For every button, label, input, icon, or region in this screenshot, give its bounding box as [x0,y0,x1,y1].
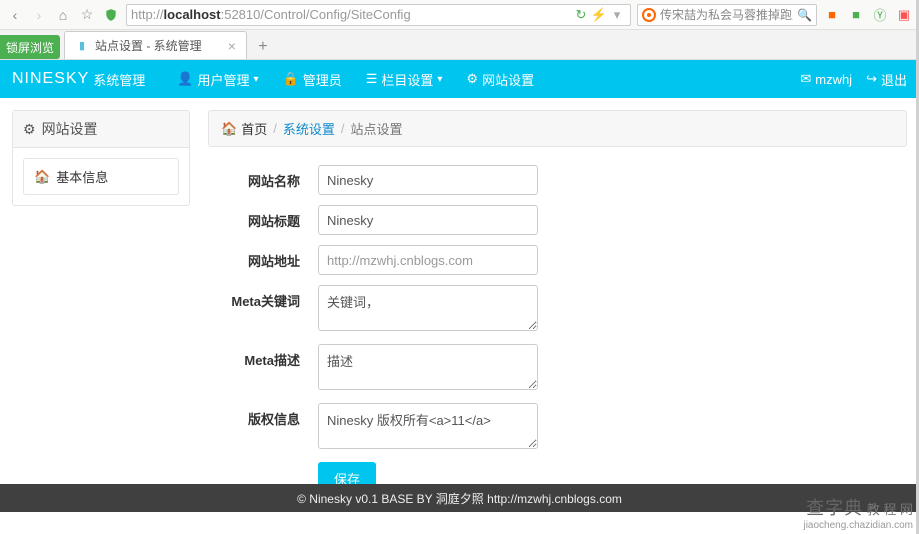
tab-bar: 锁屏浏览 ▮ 站点设置 - 系统管理 × + [0,30,919,60]
label-meta-keywords: Meta关键词 [208,285,318,310]
footer: © Ninesky v0.1 BASE BY 洞庭夕照 http://mzwhj… [0,484,919,512]
nav-label: 管理员 [303,70,342,89]
nav-columns[interactable]: ☰ 栏目设置 ▾ [354,60,455,98]
nav-logout[interactable]: ↪ 退出 [866,70,907,89]
ext3-icon[interactable]: Ⓨ [871,6,889,24]
app-nav: NINESKY 系统管理 👤 用户管理 ▾ 🔒 管理员 ☰ 栏目设置 ▾ ⚙ 网… [0,60,919,98]
label-copyright: 版权信息 [208,403,318,428]
nav-site-settings[interactable]: ⚙ 网站设置 [454,60,546,98]
label-meta-desc: Meta描述 [208,344,318,369]
nav-user[interactable]: ✉ mzwhj [800,71,852,87]
brand[interactable]: NINESKY [12,70,89,88]
breadcrumb-sep: / [273,121,277,136]
user-icon: 👤 [177,71,193,87]
home-icon: 🏠 [221,121,237,137]
watermark-line1b: 教 程 网 [867,502,913,517]
breadcrumb-system[interactable]: 系统设置 [283,119,335,138]
nav-username: mzwhj [815,72,852,87]
logout-icon: ↪ [866,71,877,87]
watermark-line2: jiaocheng.chazidian.com [803,520,913,532]
gear-icon: ⚙ [23,121,36,138]
breadcrumb-home[interactable]: 🏠 首页 [221,119,267,138]
search-engine-icon [642,8,656,22]
dropdown-icon[interactable]: ▾ [608,6,626,24]
mail-icon: ✉ [800,71,811,87]
breadcrumb-current: 站点设置 [350,119,402,138]
url-path: :52810/Control/Config/SiteConfig [221,7,411,22]
tab-title: 站点设置 - 系统管理 [95,37,202,54]
back-button[interactable]: ‹ [6,6,24,24]
main: 🏠 首页 / 系统设置 / 站点设置 网站名称 网站标题 网站地址 Meta关键… [208,110,907,505]
side-tag[interactable]: 锁屏浏览 [0,35,60,59]
ext2-icon[interactable]: ■ [847,6,865,24]
textarea-meta-desc[interactable] [318,344,538,390]
gear-icon: ⚙ [466,71,478,87]
browser-toolbar: ‹ › ⌂ ☆ http://localhost:52810/Control/C… [0,0,919,30]
lock-icon: 🔒 [283,71,299,87]
favorite-button[interactable]: ☆ [78,6,96,24]
caret-icon: ▾ [437,74,442,85]
browser-search[interactable]: 传宋喆为私会马蓉推掉跑男 🔍 [637,4,817,26]
layout: ⚙ 网站设置 🏠 基本信息 🏠 首页 / 系统设置 / 站点设置 网 [0,98,919,517]
home-button[interactable]: ⌂ [54,6,72,24]
tab-close-icon[interactable]: × [228,38,236,54]
watermark: 查字典 教 程 网 jiaocheng.chazidian.com [803,498,913,532]
sidebar-panel: ⚙ 网站设置 🏠 基本信息 [12,110,190,206]
textarea-copyright[interactable] [318,403,538,449]
tab-favicon-icon: ▮ [75,39,89,53]
magnifier-icon[interactable]: 🔍 [797,8,812,22]
forward-button[interactable]: › [30,6,48,24]
nav-label: 网站设置 [482,70,534,89]
new-tab-button[interactable]: + [251,35,275,59]
breadcrumb: 🏠 首页 / 系统设置 / 站点设置 [208,110,907,147]
url-prefix: http:// [131,7,164,22]
input-site-title[interactable] [318,205,538,235]
input-site-url[interactable] [318,245,538,275]
label-site-title: 网站标题 [208,205,318,230]
nav-admin[interactable]: 🔒 管理员 [271,60,354,98]
label-site-name: 网站名称 [208,165,318,190]
sidebar: ⚙ 网站设置 🏠 基本信息 [12,110,190,505]
nav-label: 用户管理 [197,70,249,89]
textarea-meta-keywords[interactable] [318,285,538,331]
ext1-icon[interactable]: ■ [823,6,841,24]
input-site-name[interactable] [318,165,538,195]
sidebar-heading: ⚙ 网站设置 [13,111,189,148]
sidebar-item-basic[interactable]: 🏠 基本信息 [23,158,179,195]
tab-site-config[interactable]: ▮ 站点设置 - 系统管理 × [64,31,247,59]
watermark-line1: 查字典 [806,498,863,518]
nav-user-mgmt[interactable]: 👤 用户管理 ▾ [165,60,270,98]
url-host: localhost [164,7,221,22]
caret-icon: ▾ [253,74,258,85]
label-site-url: 网站地址 [208,245,318,270]
search-placeholder: 传宋喆为私会马蓉推掉跑男 [660,6,793,23]
sidebar-item-label: 基本信息 [56,167,108,186]
nav-label: 栏目设置 [381,70,433,89]
breadcrumb-sep: / [341,121,345,136]
home-icon: 🏠 [34,169,50,185]
sidebar-title: 网站设置 [42,119,98,139]
brand-sub: 系统管理 [93,70,145,89]
list-icon: ☰ [366,71,378,87]
bolt-icon[interactable]: ⚡ [590,6,608,24]
url-bar[interactable]: http://localhost:52810/Control/Config/Si… [126,4,631,26]
ext4-icon[interactable]: ▣ [895,6,913,24]
refresh-icon[interactable]: ↻ [572,6,590,24]
form: 网站名称 网站标题 网站地址 Meta关键词 Meta描述 版权信息 [208,165,907,495]
nav-logout-label: 退出 [881,70,907,89]
shield-icon[interactable] [102,6,120,24]
